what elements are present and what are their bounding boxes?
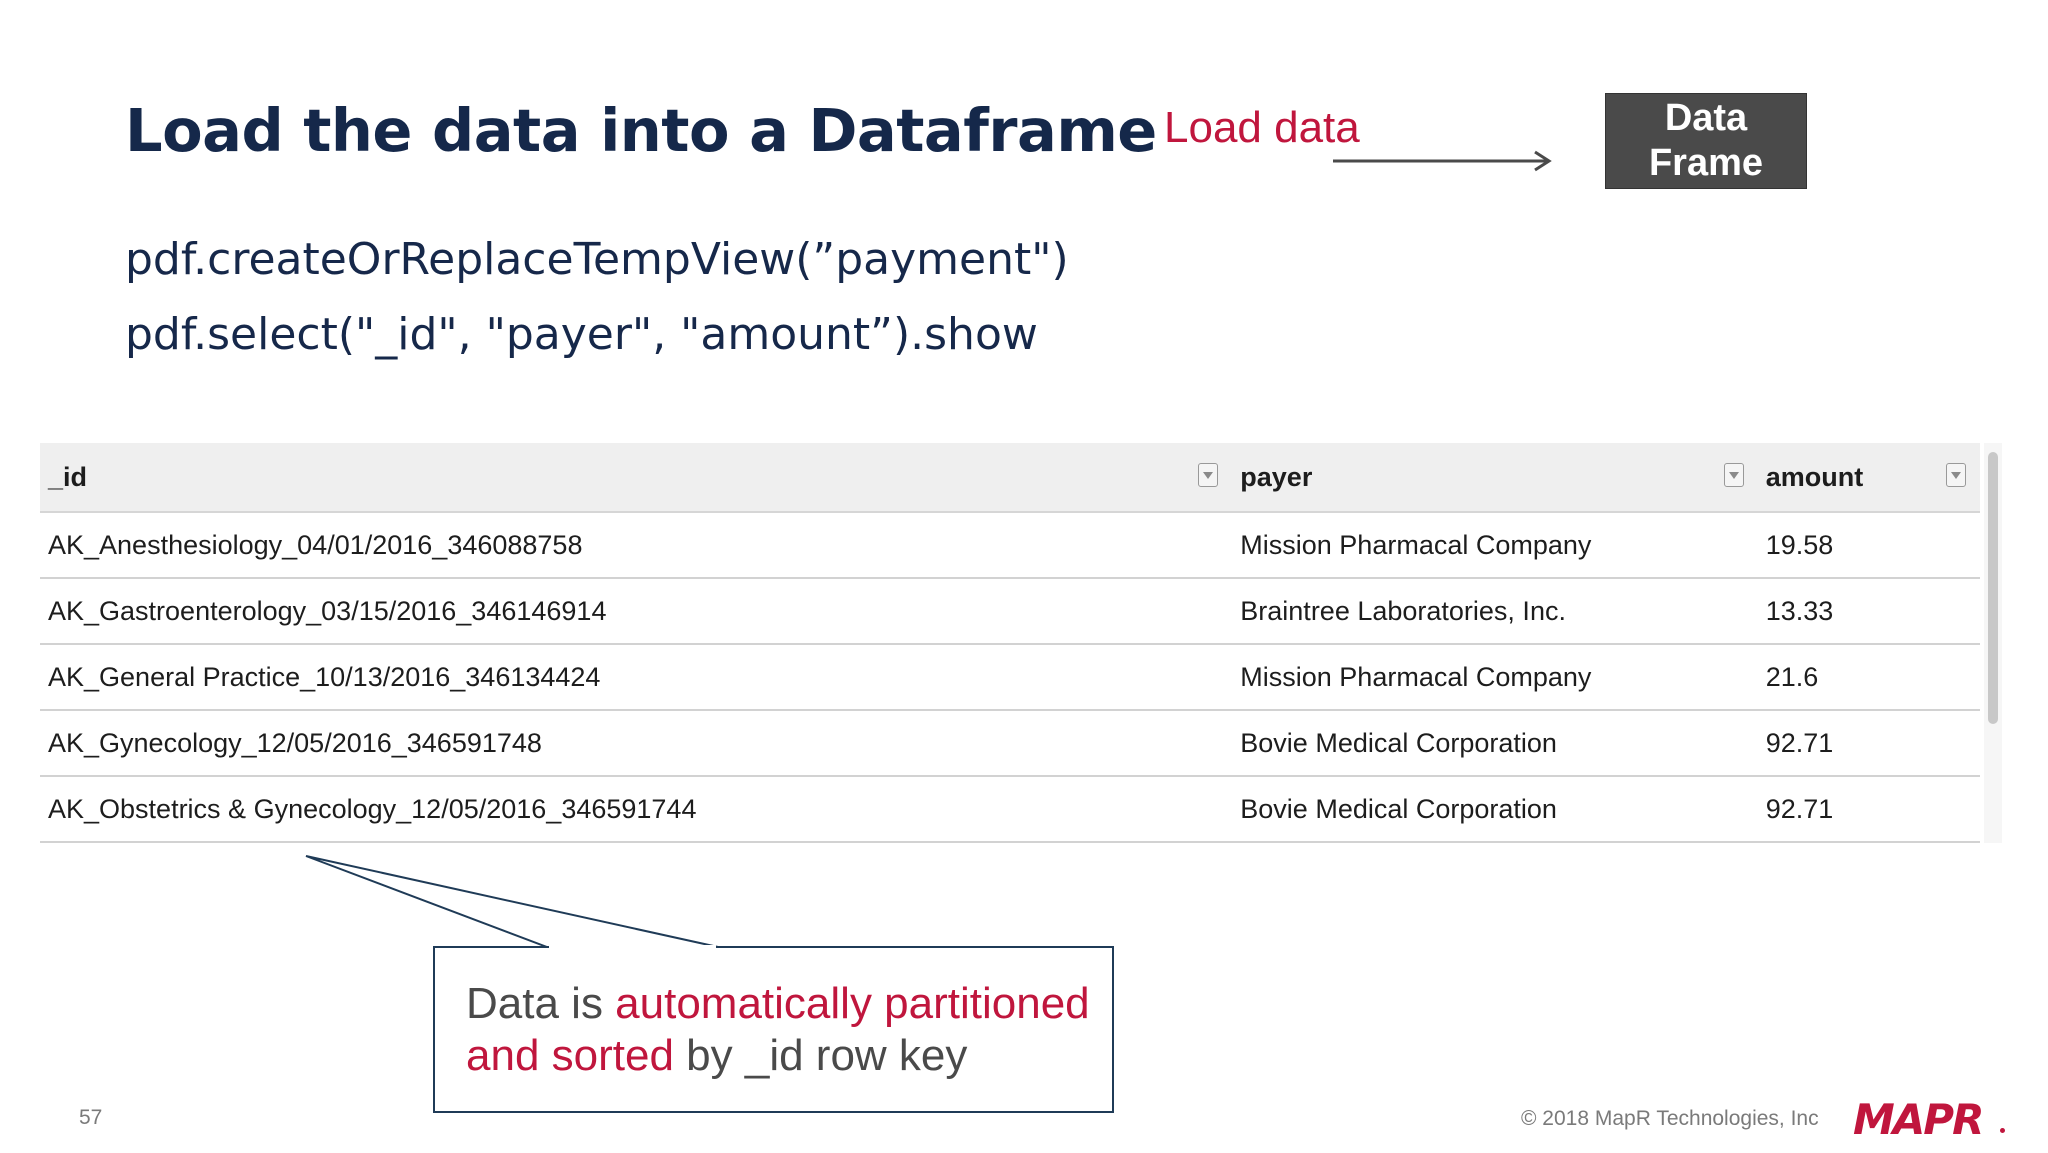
logo-dot <box>2000 1128 2005 1133</box>
slide: Load the data into a Dataframe pdf.creat… <box>0 0 2048 1153</box>
callout-text-3: and sorted <box>466 1031 674 1080</box>
callout-text: Data is automatically partitioned and so… <box>466 978 1090 1082</box>
callout-text-4: by _id row key <box>673 1031 968 1080</box>
callout-text-2: automatically partitioned <box>615 979 1090 1028</box>
mapr-logo: MAPR <box>1853 1095 1984 1144</box>
page-number: 57 <box>79 1106 103 1129</box>
copyright-text: © 2018 MapR Technologies, Inc <box>1521 1107 1819 1130</box>
callout-text-1: Data is <box>466 979 616 1028</box>
